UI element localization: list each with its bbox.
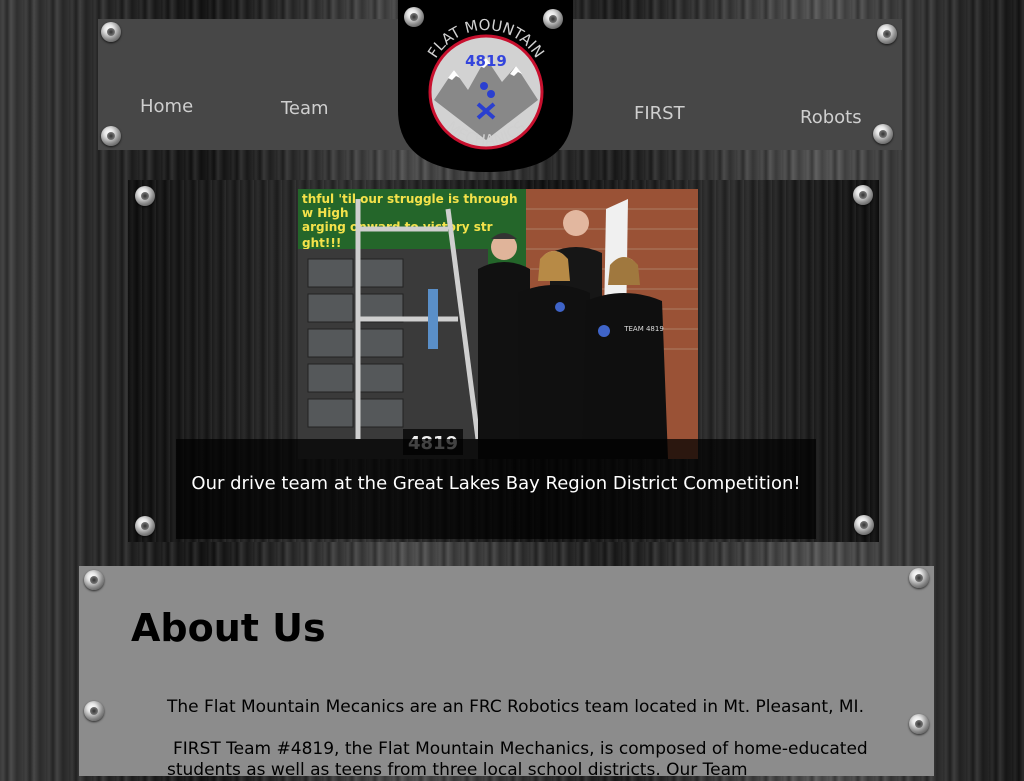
caption-overlay: Our drive team at the Great Lakes Bay Re… [176, 439, 816, 539]
rivet-icon [873, 124, 893, 144]
rivet-icon [909, 568, 929, 588]
rivet-icon [135, 516, 155, 536]
slide-caption: Our drive team at the Great Lakes Bay Re… [191, 473, 801, 494]
slideshow[interactable]: thful 'til our struggle is through w Hig… [128, 180, 879, 542]
about-title: About Us [131, 606, 326, 650]
rivet-icon [84, 701, 104, 721]
about-paragraph-1: The Flat Mountain Mecanics are an FRC Ro… [167, 697, 864, 717]
banner-text-2: w High [302, 206, 349, 220]
rivet-icon [84, 570, 104, 590]
rivet-icon [135, 186, 155, 206]
nav-robots-link[interactable]: Robots [800, 107, 862, 128]
nav-first-link[interactable]: FIRST [634, 103, 685, 124]
about-panel: About Us The Flat Mountain Mecanics are … [79, 566, 934, 780]
rivet-icon [101, 126, 121, 146]
nav-home-link[interactable]: Home [140, 96, 193, 117]
rivet-icon [101, 22, 121, 42]
rivet-icon [853, 185, 873, 205]
about-paragraph-2: FIRST Team #4819, the Flat Mountain Mech… [167, 739, 868, 780]
banner-text-4: ght!!! [302, 236, 341, 250]
rivet-icon [854, 515, 874, 535]
rivet-icon [543, 9, 563, 29]
rivet-icon [909, 714, 929, 734]
nav-team-link[interactable]: Team [281, 98, 329, 119]
logo-number: 4819 [465, 52, 507, 70]
shirt-text: TEAM 4819 [623, 325, 664, 333]
banner-text-1: thful 'til our struggle is through [302, 192, 518, 206]
rivet-icon [404, 7, 424, 27]
rivet-icon [877, 24, 897, 44]
team-photo: thful 'til our struggle is through w Hig… [298, 189, 698, 459]
